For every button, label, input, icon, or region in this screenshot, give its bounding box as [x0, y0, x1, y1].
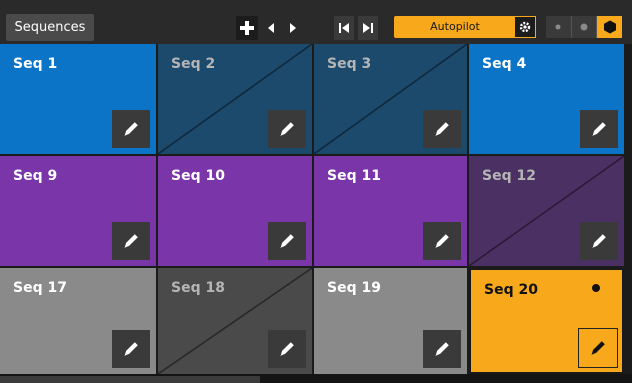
- sequence-label: Seq 17: [13, 280, 67, 296]
- sequence-tile[interactable]: Seq 17: [0, 268, 156, 374]
- sequence-tile[interactable]: Seq 10: [158, 156, 312, 266]
- pencil-icon[interactable]: [423, 110, 461, 148]
- sequences-button[interactable]: Sequences: [6, 14, 94, 41]
- pencil-icon[interactable]: [112, 330, 150, 368]
- pencil-icon[interactable]: [112, 110, 150, 148]
- skip-forward-icon[interactable]: [358, 16, 378, 40]
- sequence-tile[interactable]: Seq 11: [314, 156, 467, 266]
- plus-icon[interactable]: [236, 16, 258, 40]
- sequence-tile[interactable]: Seq 12: [469, 156, 624, 266]
- pencil-icon[interactable]: [578, 328, 618, 368]
- pencil-icon[interactable]: [268, 330, 306, 368]
- pencil-icon[interactable]: [423, 222, 461, 260]
- pencil-icon[interactable]: [268, 222, 306, 260]
- sequence-label: Seq 4: [482, 56, 527, 72]
- sequence-tile[interactable]: Seq 20: [469, 268, 624, 374]
- sequence-label: Seq 1: [13, 56, 58, 72]
- sequence-label: Seq 12: [482, 168, 536, 184]
- pencil-icon[interactable]: [580, 222, 618, 260]
- sequence-label: Seq 3: [327, 56, 372, 72]
- dot-icon: [592, 284, 600, 292]
- pencil-icon[interactable]: [112, 222, 150, 260]
- pencil-icon[interactable]: [268, 110, 306, 148]
- sequence-tile[interactable]: Seq 9: [0, 156, 156, 266]
- mode-small-dot-icon[interactable]: [546, 16, 572, 38]
- pencil-icon[interactable]: [423, 330, 461, 368]
- sequence-label: Seq 10: [171, 168, 225, 184]
- mode-hexagon-icon[interactable]: [597, 16, 623, 38]
- mode-selector: [546, 16, 623, 38]
- sequence-tile[interactable]: Seq 3: [314, 44, 467, 154]
- sequence-tile[interactable]: Seq 18: [158, 268, 312, 374]
- sequence-label: Seq 20: [484, 282, 538, 298]
- scrollbar-thumb[interactable]: [0, 376, 260, 383]
- sequence-label: Seq 2: [171, 56, 216, 72]
- sequence-label: Seq 19: [327, 280, 381, 296]
- triangle-right-icon[interactable]: [286, 16, 300, 40]
- sequence-tile[interactable]: Seq 1: [0, 44, 156, 154]
- toolbar: Sequences Autopilot: [0, 0, 632, 44]
- sequence-label: Seq 18: [171, 280, 225, 296]
- sequence-label: Seq 11: [327, 168, 381, 184]
- pencil-icon[interactable]: [580, 110, 618, 148]
- gear-icon[interactable]: [514, 16, 536, 38]
- sequence-label: Seq 9: [13, 168, 58, 184]
- autopilot-button[interactable]: Autopilot: [394, 16, 516, 38]
- skip-back-icon[interactable]: [334, 16, 354, 40]
- sequence-grid: Seq 1 Seq 2 Seq 3 Seq 4 Seq 9 Seq 10 Seq 11 Seq…: [0, 44, 632, 374]
- sequence-tile[interactable]: Seq 19: [314, 268, 467, 374]
- sequence-tile[interactable]: Seq 2: [158, 44, 312, 154]
- mode-medium-dot-icon[interactable]: [571, 16, 598, 38]
- triangle-left-icon[interactable]: [264, 16, 278, 40]
- sequence-tile[interactable]: Seq 4: [469, 44, 624, 154]
